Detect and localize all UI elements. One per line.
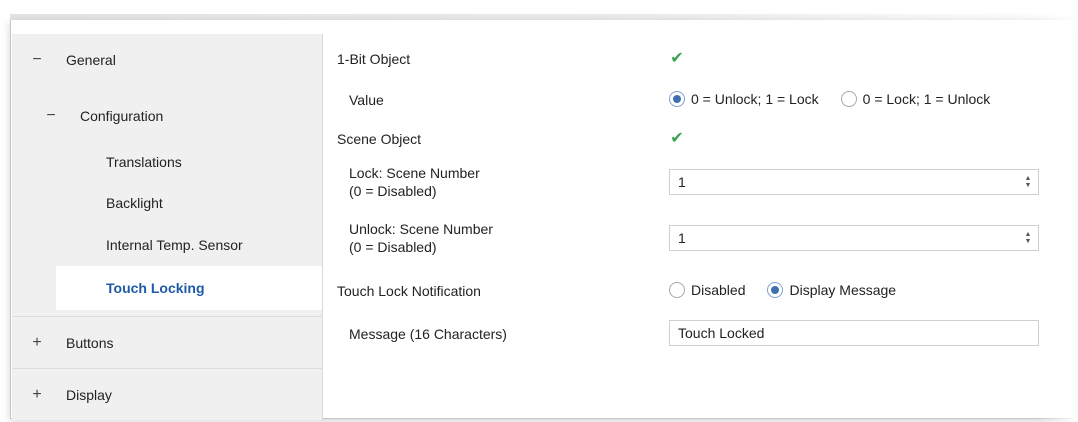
message-input[interactable]: Touch Locked <box>669 320 1039 346</box>
spin-down-icon[interactable]: ▼ <box>1025 182 1032 189</box>
scene-object-label: Scene Object <box>337 131 422 147</box>
sidebar-item-backlight[interactable]: Backlight <box>12 182 322 224</box>
collapse-icon[interactable]: − <box>42 107 60 125</box>
collapse-icon[interactable]: − <box>28 51 46 69</box>
sidebar-item-configuration[interactable]: − Configuration <box>12 94 322 138</box>
notification-radio-group: Disabled Display Message <box>669 282 896 298</box>
expand-icon[interactable]: + <box>28 386 46 404</box>
value-radio-group: 0 = Unlock; 1 = Lock 0 = Lock; 1 = Unloc… <box>669 91 990 107</box>
sidebar-item-buttons[interactable]: + Buttons <box>12 316 322 368</box>
radio-label: Disabled <box>691 282 746 298</box>
sidebar-item-translations[interactable]: Translations <box>12 142 322 182</box>
lock-scene-label: Lock: Scene Number (0 = Disabled) <box>349 164 480 200</box>
spinner[interactable]: ▲ ▼ <box>1024 231 1032 245</box>
radio-label: 0 = Unlock; 1 = Lock <box>691 91 819 107</box>
parameter-panel: 1-Bit Object ✔ Value 0 = Unlock; 1 = Loc… <box>323 34 1043 420</box>
sidebar-item-label: Buttons <box>66 334 114 351</box>
spin-down-icon[interactable]: ▼ <box>1025 238 1032 245</box>
value-label: Value <box>349 92 384 108</box>
radio-unlock-lock[interactable] <box>669 91 685 107</box>
radio-disabled[interactable] <box>669 282 685 298</box>
field-value: 1 <box>678 230 686 246</box>
lock-scene-label-line1: Lock: Scene Number <box>349 165 480 181</box>
sidebar-item-label: Backlight <box>106 195 163 211</box>
touch-lock-notification-label: Touch Lock Notification <box>337 283 481 299</box>
unlock-scene-label-line1: Unlock: Scene Number <box>349 221 493 237</box>
message-label: Message (16 Characters) <box>349 326 507 342</box>
field-value: Touch Locked <box>678 325 765 341</box>
spinner[interactable]: ▲ ▼ <box>1024 175 1032 189</box>
unlock-scene-label-line2: (0 = Disabled) <box>349 239 437 255</box>
radio-label: Display Message <box>789 282 897 298</box>
field-value: 1 <box>678 174 686 190</box>
sidebar-item-label: Translations <box>106 154 182 170</box>
spin-up-icon[interactable]: ▲ <box>1025 231 1032 238</box>
sidebar: − General − Configuration Translations B… <box>12 34 323 420</box>
sidebar-item-label: Internal Temp. Sensor <box>106 237 243 253</box>
lock-scene-label-line2: (0 = Disabled) <box>349 183 437 199</box>
radio-label: 0 = Lock; 1 = Unlock <box>862 91 991 107</box>
sidebar-item-internal-temp-sensor[interactable]: Internal Temp. Sensor <box>12 224 322 266</box>
checkmark-icon[interactable]: ✔ <box>669 131 685 147</box>
unlock-scene-label: Unlock: Scene Number (0 = Disabled) <box>349 220 493 256</box>
radio-display-message[interactable] <box>767 282 784 298</box>
lock-scene-number-input[interactable]: 1 ▲ ▼ <box>669 169 1039 195</box>
sidebar-item-touch-locking[interactable]: Touch Locking <box>56 266 322 310</box>
sidebar-item-general[interactable]: − General <box>12 34 322 86</box>
unlock-scene-number-input[interactable]: 1 ▲ ▼ <box>669 225 1039 251</box>
one-bit-object-label: 1-Bit Object <box>337 51 411 67</box>
sidebar-item-label: General <box>66 52 116 68</box>
sidebar-item-display[interactable]: + Display <box>12 368 322 420</box>
expand-icon[interactable]: + <box>28 334 46 352</box>
sidebar-item-label: Display <box>66 386 112 403</box>
radio-lock-unlock[interactable] <box>840 91 857 107</box>
checkmark-icon[interactable]: ✔ <box>669 51 685 67</box>
sidebar-item-label: Touch Locking <box>106 280 205 296</box>
spin-up-icon[interactable]: ▲ <box>1025 175 1032 182</box>
sidebar-item-label: Configuration <box>80 108 164 124</box>
